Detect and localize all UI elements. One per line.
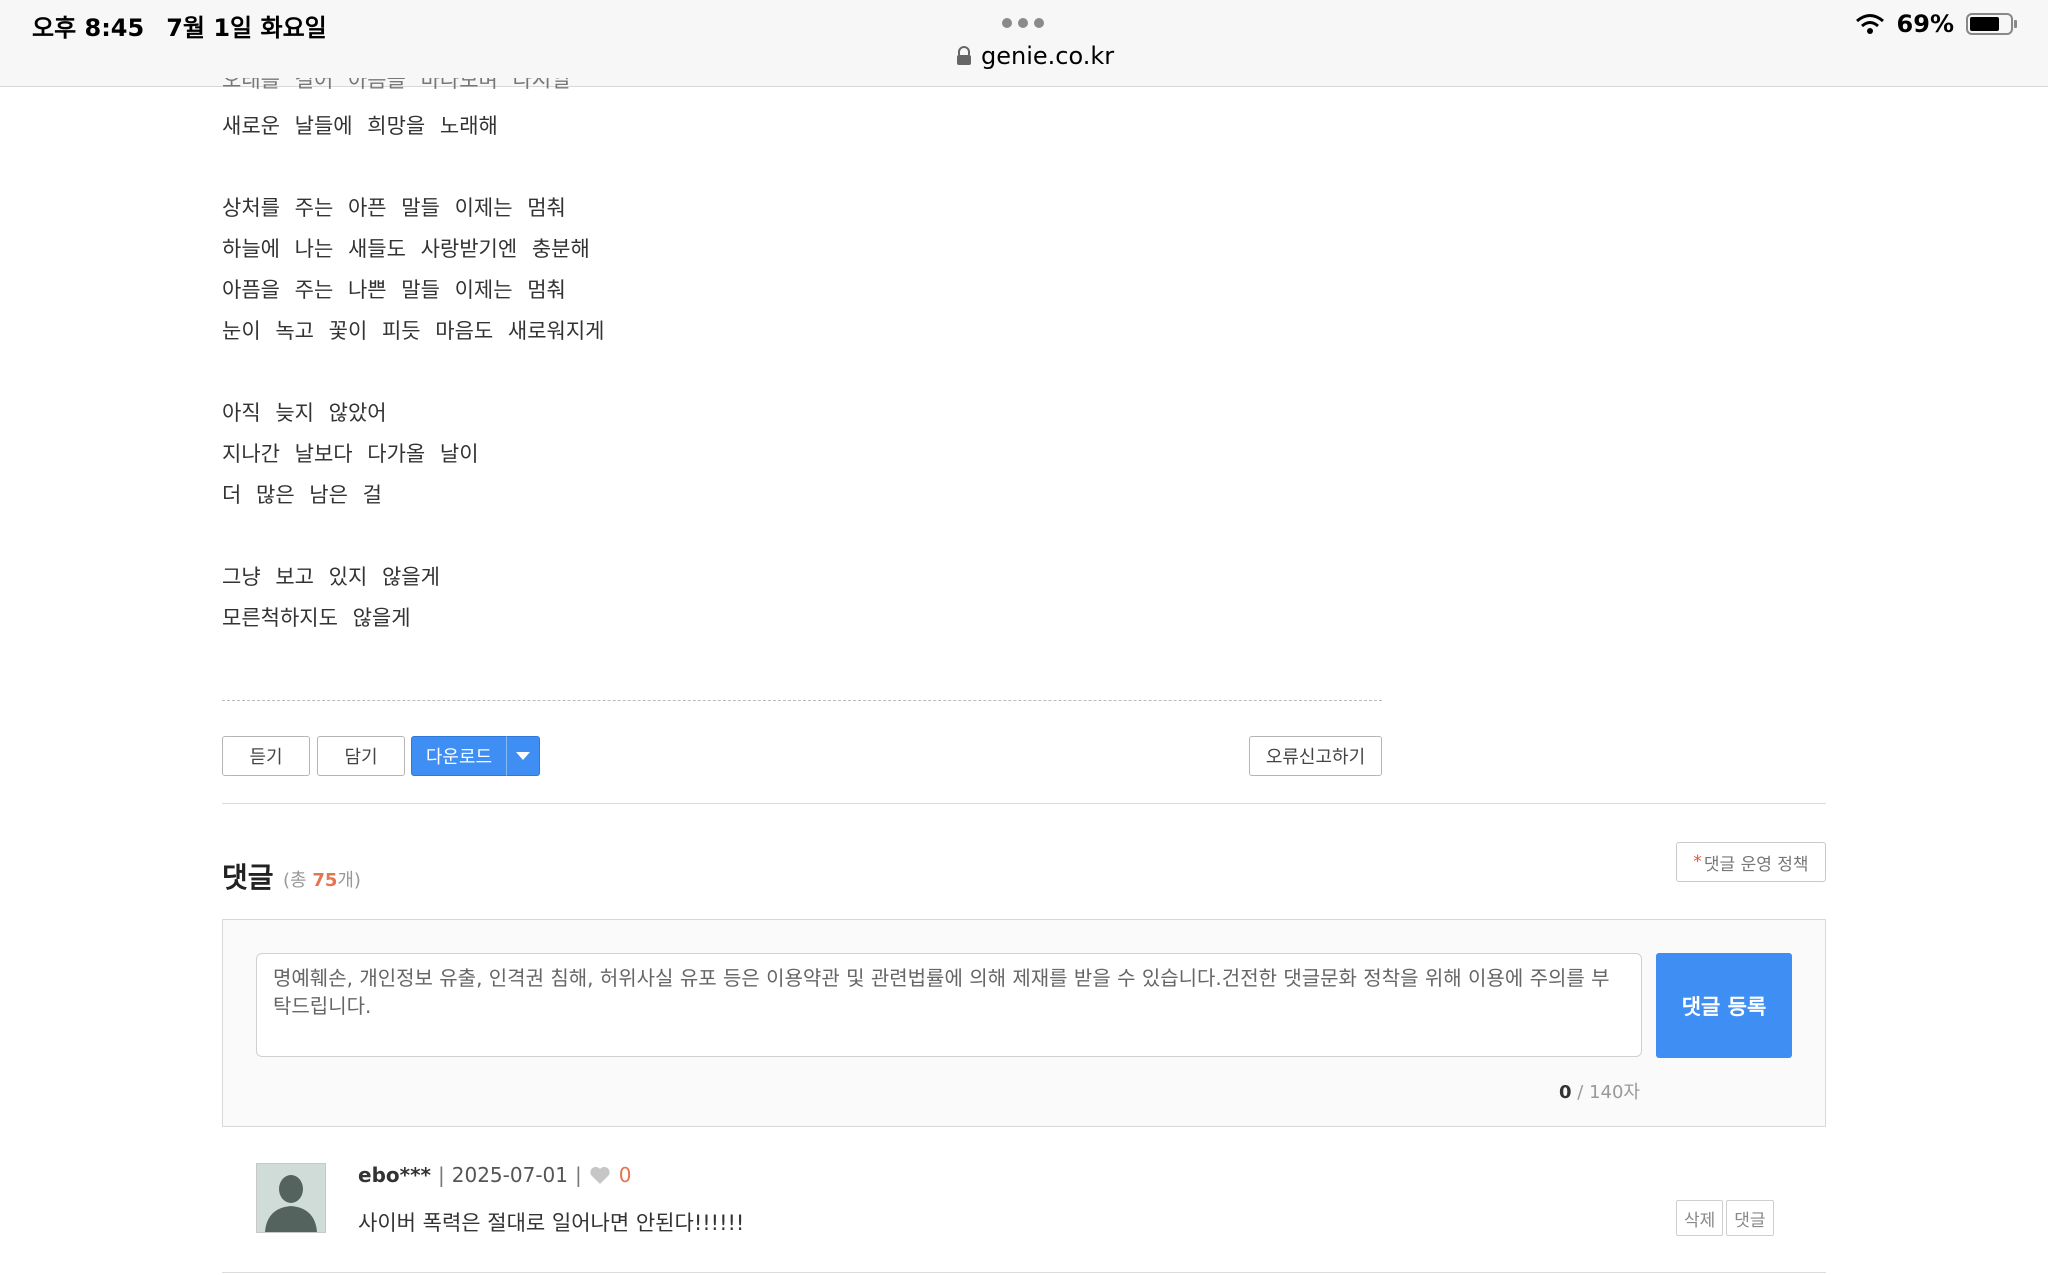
heart-icon[interactable] — [589, 1165, 611, 1185]
listen-button[interactable]: 듣기 — [222, 736, 310, 776]
status-time: 오후 8:45 7월 1일 화요일 — [32, 8, 327, 43]
browser-status-bar: 오후 8:45 7월 1일 화요일 genie.co.kr 69% — [0, 0, 2048, 87]
comments-count: (총 75개) — [283, 866, 361, 892]
lyric-line: 상처를 주는 아픈 말들 이제는 멈춰 — [222, 196, 566, 220]
meta-separator: | — [438, 1163, 445, 1187]
comment-date: 2025-07-01 — [451, 1163, 568, 1187]
avatar — [256, 1163, 326, 1233]
submit-comment-button[interactable]: 댓글 등록 — [1656, 953, 1792, 1058]
lyric-line: 아픔을 주는 나쁜 말들 이제는 멈춰 — [222, 278, 566, 302]
delete-comment-button[interactable]: 삭제 — [1676, 1200, 1724, 1236]
section-divider — [222, 803, 1826, 804]
lyric-line: 새로운 날들에 희망을 노래해 — [222, 114, 498, 138]
save-to-playlist-button[interactable]: 담기 — [317, 736, 405, 776]
comment-username[interactable]: ebo*** — [358, 1163, 431, 1187]
user-silhouette-icon — [257, 1164, 325, 1232]
lyric-line: 아직 늦지 않았어 — [222, 401, 387, 425]
comment-input[interactable] — [256, 953, 1642, 1057]
battery-percent: 69% — [1896, 10, 1954, 38]
char-max: / 140자 — [1571, 1082, 1640, 1103]
meta-separator: | — [574, 1163, 582, 1187]
report-error-button[interactable]: 오류신고하기 — [1249, 736, 1382, 776]
dot — [1018, 18, 1028, 28]
download-button[interactable]: 다운로드 — [411, 736, 507, 776]
dot — [1034, 18, 1044, 28]
caret-down-icon — [516, 752, 530, 760]
url-text: genie.co.kr — [981, 42, 1115, 70]
lyric-line: 지나간 날보다 다가올 날이 — [222, 442, 479, 466]
address-bar[interactable]: genie.co.kr — [955, 42, 1114, 70]
comment-text: 사이버 폭력은 절대로 일어나면 안된다!!!!!! — [358, 1211, 745, 1235]
lyric-line: 눈이 녹고 꽃이 피듯 마음도 새로워지게 — [222, 319, 605, 343]
lyric-line: 하늘에 나는 새들도 사랑받기엔 충분해 — [222, 237, 590, 261]
comment-actions: 삭제 댓글 — [1676, 1200, 1774, 1236]
policy-star: * — [1693, 852, 1702, 872]
status-indicators: 69% — [1855, 10, 2018, 38]
count-prefix: (총 — [283, 870, 313, 891]
comment-meta: ebo*** | 2025-07-01 | 0 — [358, 1163, 631, 1187]
char-current: 0 — [1559, 1082, 1572, 1103]
wifi-icon — [1855, 14, 1884, 34]
reply-comment-button[interactable]: 댓글 — [1726, 1200, 1774, 1236]
lyrics-divider — [222, 700, 1382, 701]
multitask-dots-icon[interactable] — [1002, 18, 1044, 28]
count-number: 75 — [312, 870, 338, 891]
lyric-line: 더 많은 남은 걸 — [222, 483, 382, 507]
char-counter: 0 / 140자 — [1540, 1078, 1640, 1104]
battery-icon — [1966, 13, 2017, 35]
download-options-button[interactable] — [506, 736, 540, 776]
date-text: 7월 1일 화요일 — [166, 14, 327, 42]
like-count: 0 — [618, 1163, 632, 1187]
comment-policy-button[interactable]: * 댓글 운영 정책 — [1676, 842, 1826, 882]
comment-divider — [222, 1272, 1826, 1273]
time-text: 오후 8:45 — [32, 14, 145, 42]
comments-title: 댓글 — [222, 861, 274, 894]
policy-label: 댓글 운영 정책 — [1703, 854, 1809, 875]
dot — [1002, 18, 1012, 28]
count-suffix: 개) — [337, 870, 361, 891]
lock-icon — [957, 46, 971, 65]
lyric-line: 그냥 보고 있지 않을게 — [222, 565, 440, 589]
lyric-line: 모른척하지도 않을게 — [222, 606, 411, 630]
